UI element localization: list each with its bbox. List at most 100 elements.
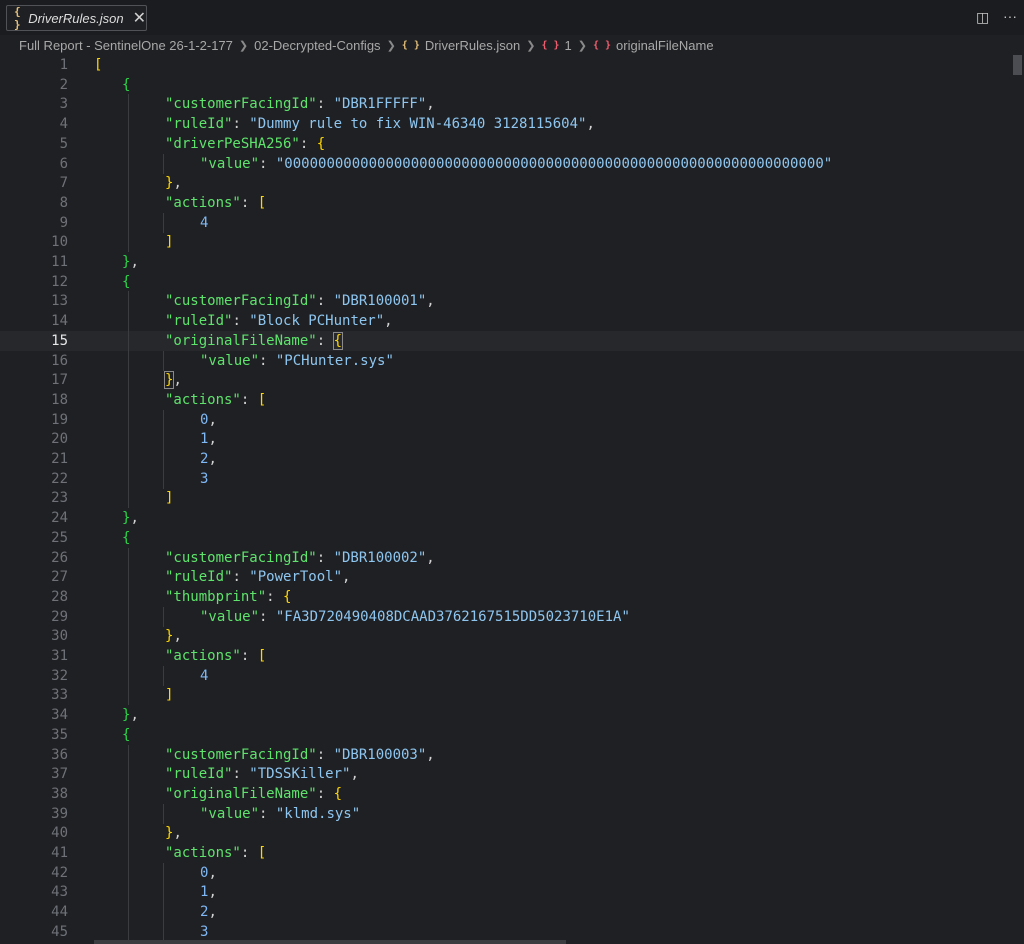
vertical-scrollbar[interactable] bbox=[1013, 55, 1022, 75]
line-number: 15 bbox=[51, 332, 68, 349]
breadcrumb-item-index[interactable]: 1 bbox=[565, 38, 572, 53]
code-line[interactable]: 12 { bbox=[0, 272, 1024, 292]
json-number: 4 bbox=[200, 214, 209, 231]
code-line[interactable]: 6 "value": "00000000000000000000000000000… bbox=[0, 153, 1024, 174]
code-line[interactable]: 22 3 bbox=[0, 468, 1024, 489]
code-line[interactable]: 2{ bbox=[0, 75, 1024, 95]
code-line[interactable]: 5 "driverPeSHA256": { bbox=[0, 133, 1024, 154]
indent-guide bbox=[128, 212, 129, 233]
code-line[interactable]: 21 2, bbox=[0, 449, 1024, 469]
code-line[interactable]: 24}, bbox=[0, 508, 1024, 528]
json-key: "customerFacingId" bbox=[165, 96, 317, 113]
code-line[interactable]: 43 1, bbox=[0, 882, 1024, 903]
code-line[interactable]: 32 4 bbox=[0, 665, 1024, 686]
breadcrumb-item-key[interactable]: originalFileName bbox=[616, 38, 714, 53]
code-line[interactable]: 16 "value": "PCHunter.sys" bbox=[0, 350, 1024, 371]
punctuation: , bbox=[426, 96, 435, 113]
json-file-icon: { } bbox=[14, 5, 21, 31]
line-number: 26 bbox=[51, 549, 68, 566]
code-line[interactable]: 1[ bbox=[0, 55, 1024, 75]
code-line[interactable]: 29 "value": "FA3D720490408DCAAD3762167515… bbox=[0, 606, 1024, 627]
punctuation: , bbox=[173, 628, 182, 645]
indent-guide bbox=[128, 389, 129, 410]
line-number: 32 bbox=[51, 667, 68, 684]
code-line[interactable]: 19 0, bbox=[0, 409, 1024, 430]
code-line[interactable]: 11}, bbox=[0, 252, 1024, 272]
code-line[interactable]: 10] bbox=[0, 232, 1024, 253]
line-number: 7 bbox=[59, 175, 68, 192]
code-line[interactable]: 26 "customerFacingId": "DBR100002", bbox=[0, 547, 1024, 568]
split-editor-icon[interactable]: ◫ bbox=[976, 9, 989, 26]
code-line[interactable]: 28 "thumbprint": { bbox=[0, 586, 1024, 607]
punctuation: : bbox=[316, 785, 334, 802]
punctuation: : bbox=[316, 746, 334, 763]
code-line[interactable]: 3 "customerFacingId": "DBR1FFFFF", bbox=[0, 94, 1024, 115]
code-line[interactable]: 34}, bbox=[0, 705, 1024, 725]
breadcrumb-item-report[interactable]: Full Report - SentinelOne 26-1-2-177 bbox=[19, 38, 233, 53]
code-line[interactable]: 7}, bbox=[0, 173, 1024, 194]
breadcrumb-item-file[interactable]: DriverRules.json bbox=[425, 38, 520, 53]
json-key: "actions" bbox=[165, 194, 241, 211]
code-line[interactable]: 37 "ruleId": "TDSSKiller", bbox=[0, 764, 1024, 785]
bracket: [ bbox=[257, 648, 267, 664]
punctuation: , bbox=[586, 116, 595, 133]
code-text: ] bbox=[165, 232, 173, 252]
bracket: [ bbox=[257, 391, 267, 408]
code-line[interactable]: 33] bbox=[0, 685, 1024, 706]
line-number: 28 bbox=[51, 588, 68, 605]
line-number: 35 bbox=[51, 726, 68, 743]
code-line[interactable]: 13 "customerFacingId": "DBR100001", bbox=[0, 291, 1024, 312]
json-key: "actions" bbox=[165, 845, 241, 861]
horizontal-scrollbar[interactable] bbox=[94, 940, 566, 944]
code-line[interactable]: 14 "ruleId": "Block PCHunter", bbox=[0, 311, 1024, 332]
code-line[interactable]: 4 "ruleId": "Dummy rule to fix WIN-46340 … bbox=[0, 114, 1024, 135]
code-line[interactable]: 8 "actions": [ bbox=[0, 192, 1024, 213]
indent-guide bbox=[163, 429, 164, 450]
tab-driverrules-json[interactable]: { } DriverRules.json ✕ bbox=[6, 5, 147, 31]
json-number: 3 bbox=[200, 470, 209, 487]
code-line[interactable]: 31 "actions": [ bbox=[0, 646, 1024, 666]
line-number: 22 bbox=[51, 470, 68, 487]
line-number: 9 bbox=[59, 214, 68, 231]
line-number: 34 bbox=[51, 707, 68, 724]
line-number: 11 bbox=[51, 254, 68, 270]
json-number: 3 bbox=[200, 923, 209, 940]
line-number: 19 bbox=[51, 411, 68, 428]
code-line[interactable]: 17}, bbox=[0, 370, 1024, 391]
code-line[interactable]: 18 "actions": [ bbox=[0, 389, 1024, 410]
code-line[interactable]: 36 "customerFacingId": "DBR100003", bbox=[0, 744, 1024, 765]
code-line[interactable]: 20 1, bbox=[0, 429, 1024, 450]
indent-guide bbox=[163, 665, 164, 686]
indent-guide bbox=[128, 646, 129, 666]
code-text: ] bbox=[165, 685, 173, 705]
indent-guide bbox=[128, 843, 129, 863]
bracket: { bbox=[122, 529, 131, 546]
code-line[interactable]: 94 bbox=[0, 212, 1024, 233]
chevron-right-icon: ❯ bbox=[577, 39, 587, 52]
punctuation: : bbox=[240, 648, 258, 664]
code-line[interactable]: 23] bbox=[0, 488, 1024, 509]
code-line[interactable]: 44 2, bbox=[0, 902, 1024, 923]
punctuation: : bbox=[240, 845, 258, 861]
code-text: "ruleId": "Block PCHunter", bbox=[165, 311, 393, 331]
code-line[interactable]: 15 "originalFileName": { bbox=[0, 330, 1024, 351]
close-icon[interactable]: ✕ bbox=[133, 8, 146, 28]
code-text: "value": "klmd.sys" bbox=[200, 804, 360, 824]
code-editor[interactable]: 1[2{3 "customerFacingId": "DBR1FFFFF", 4 "r… bbox=[0, 55, 1024, 944]
more-actions-icon[interactable]: ··· bbox=[1003, 8, 1017, 24]
code-line[interactable]: 25 { bbox=[0, 528, 1024, 548]
code-line[interactable]: 39 "value": "klmd.sys" bbox=[0, 803, 1024, 824]
code-line[interactable]: 42 0, bbox=[0, 862, 1024, 883]
code-line[interactable]: 38 "originalFileName": { bbox=[0, 783, 1024, 804]
punctuation: , bbox=[208, 431, 217, 448]
code-line[interactable]: 41 "actions": [ bbox=[0, 843, 1024, 863]
code-line[interactable]: 30}, bbox=[0, 626, 1024, 647]
code-line[interactable]: 27 "ruleId": "PowerTool", bbox=[0, 567, 1024, 588]
punctuation: , bbox=[426, 293, 435, 310]
code-line[interactable]: 40}, bbox=[0, 823, 1024, 844]
code-line[interactable]: 35 { bbox=[0, 725, 1024, 745]
code-line[interactable]: 45 3 bbox=[0, 921, 1024, 942]
breadcrumb-item-folder[interactable]: 02-Decrypted-Configs bbox=[254, 38, 380, 53]
json-string: "Dummy rule to fix WIN-46340 3128115604" bbox=[249, 116, 587, 133]
code-text: 1, bbox=[200, 882, 217, 902]
